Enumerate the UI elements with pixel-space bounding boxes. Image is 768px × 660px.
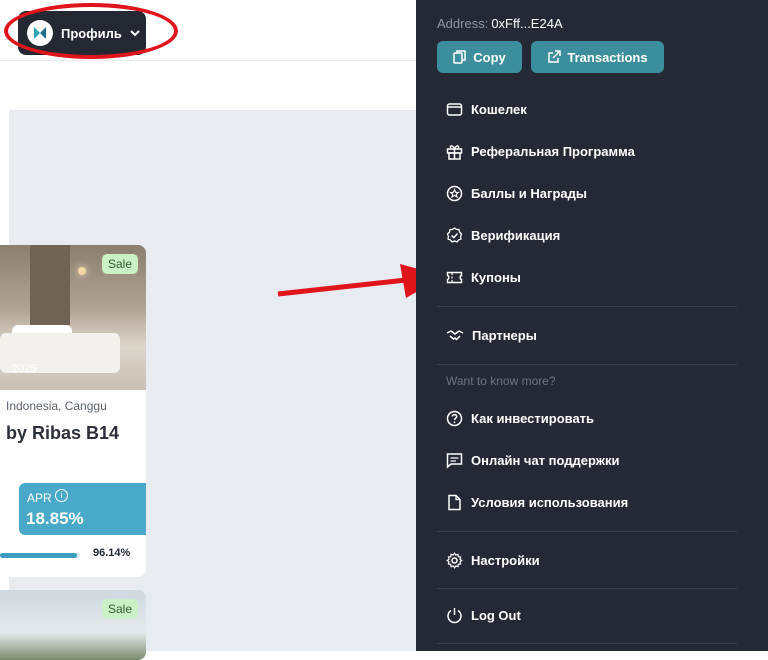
copy-icon: [453, 50, 466, 64]
gear-icon: [446, 552, 463, 569]
menu-item-referral[interactable]: Реферальная Программа: [446, 143, 635, 160]
apr-label: APR: [27, 491, 52, 505]
divider: [437, 531, 737, 532]
menu-item-partners[interactable]: Партнеры: [446, 327, 537, 344]
menu-item-label: Реферальная Программа: [471, 144, 635, 159]
verified-icon: [446, 227, 463, 243]
menu-item-rewards[interactable]: Баллы и Награды: [446, 185, 587, 202]
menu-item-label: Верификация: [471, 228, 561, 243]
divider: [437, 588, 737, 589]
menu-item-label: Кошелек: [471, 102, 527, 117]
transactions-button[interactable]: Transactions: [531, 41, 664, 73]
badge-star-icon: [446, 185, 463, 202]
sale-badge: Sale: [101, 254, 138, 274]
location-text: Indonesia, Canggu: [6, 399, 107, 413]
apr-value: 18.85%: [26, 509, 84, 528]
property-image: Sale: [0, 590, 146, 660]
power-icon: [447, 608, 462, 624]
menu-item-verification[interactable]: Верификация: [446, 227, 560, 244]
info-icon[interactable]: i: [55, 489, 68, 502]
copy-label: Copy: [473, 49, 506, 65]
year-label: 2025: [12, 363, 37, 375]
apr-box: APR i 18.85%: [19, 483, 146, 535]
menu-item-label: Онлайн чат поддержки: [471, 453, 620, 468]
menu-item-support-chat[interactable]: Онлайн чат поддержки: [446, 452, 620, 469]
property-card[interactable]: Sale 2025 Indonesia, Canggu by Ribas B14…: [0, 245, 146, 577]
document-icon: [448, 494, 461, 511]
progress-fill: [0, 553, 77, 558]
annotation-ellipse: [4, 3, 178, 59]
external-link-icon: [548, 50, 562, 63]
transactions-label: Transactions: [567, 49, 648, 65]
property-image: Sale 2025: [0, 245, 146, 390]
menu-item-label: Условия использования: [471, 495, 629, 510]
menu-item-settings[interactable]: Настройки: [446, 552, 540, 569]
property-card[interactable]: Sale: [0, 590, 146, 660]
property-title: by Ribas B14: [6, 423, 120, 443]
menu-item-label: Купоны: [471, 270, 521, 285]
logout-label: Log Out: [471, 608, 521, 623]
funding-progress-bar: [0, 553, 80, 558]
logout-button[interactable]: Log Out: [446, 607, 521, 624]
divider: [437, 306, 737, 307]
address-value: 0xFff...E24A: [491, 16, 563, 31]
handshake-icon: [446, 330, 464, 341]
menu-item-coupons[interactable]: Купоны: [446, 269, 521, 286]
copy-button[interactable]: Copy: [437, 41, 522, 73]
white-strip: [0, 61, 416, 110]
address-label: Address:: [437, 16, 489, 31]
wallet-icon: [446, 103, 463, 116]
divider: [437, 643, 737, 644]
know-more-heading: Want to know more?: [446, 374, 556, 388]
menu-item-how-to-invest[interactable]: Как инвестировать: [446, 410, 594, 427]
sale-badge: Sale: [101, 599, 138, 619]
profile-dropdown-menu: Address: 0xFff...E24A Copy Transactions К…: [416, 0, 768, 651]
menu-item-terms[interactable]: Условия использования: [446, 494, 628, 511]
menu-item-wallet[interactable]: Кошелек: [446, 101, 527, 118]
divider: [437, 364, 737, 365]
progress-percent: 96.14%: [93, 547, 131, 559]
partners-label: Партнеры: [472, 328, 537, 343]
settings-label: Настройки: [471, 553, 540, 568]
menu-item-label: Как инвестировать: [471, 411, 595, 426]
chat-icon: [446, 453, 463, 469]
menu-item-label: Баллы и Награды: [471, 186, 587, 201]
ticket-icon: [446, 271, 463, 284]
wallet-address: Address: 0xFff...E24A: [437, 16, 563, 31]
gift-icon: [446, 145, 463, 160]
question-icon: [446, 410, 463, 427]
location-label: Indonesia, Canggu: [6, 399, 107, 413]
